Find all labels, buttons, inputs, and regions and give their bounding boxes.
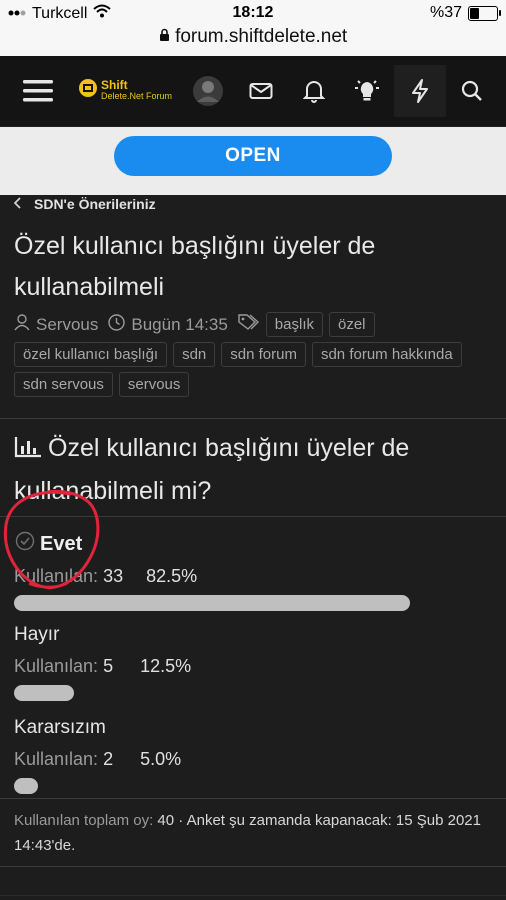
divider (0, 895, 506, 896)
ad-banner: OPEN (0, 127, 506, 195)
logo-icon (78, 78, 98, 103)
tag[interactable]: sdn (173, 342, 216, 367)
status-bar: Turkcell 18:12 %37 forum.shiftdelete.net (0, 0, 506, 56)
tag[interactable]: özel kullanıcı başlığı (14, 342, 168, 367)
tag[interactable]: sdn servous (14, 372, 113, 397)
open-button[interactable]: OPEN (114, 136, 392, 176)
breadcrumb-label: SDN'e Önerileriniz (34, 196, 156, 212)
vote-bar (14, 595, 410, 611)
lightbulb-icon[interactable] (344, 68, 390, 114)
option-label: Hayır (14, 624, 60, 645)
forum-navbar: Shift Delete.Net Forum (0, 56, 506, 127)
vote-count: 2 (103, 749, 114, 769)
chevron-left-icon (13, 196, 22, 212)
battery-group: %37 (429, 4, 501, 22)
page-title: Özel kullanıcı başlığını üyeler de kulla… (14, 232, 376, 301)
tag[interactable]: sdn forum (221, 342, 306, 367)
total-votes: 40 (157, 812, 175, 829)
clock-icon (108, 313, 126, 336)
search-icon[interactable] (449, 68, 495, 114)
tag[interactable]: sdn forum hakkında (311, 342, 462, 367)
vote-count: 33 (103, 566, 124, 586)
poll-option: Hayır Kullanılan: 5 12.5% (14, 624, 494, 701)
vote-percent: 82.5% (146, 566, 198, 586)
lock-icon (159, 26, 175, 47)
address-bar[interactable]: forum.shiftdelete.net (0, 26, 506, 48)
tags-icon (238, 313, 260, 336)
used-label: Kullanılan: (14, 749, 99, 769)
author-link[interactable]: Servous (36, 315, 98, 335)
vote-percent: 12.5% (140, 656, 192, 676)
vote-bar (14, 778, 38, 794)
vote-percent: 5.0% (140, 749, 182, 769)
bell-icon[interactable] (291, 68, 337, 114)
poll-question: Özel kullanıcı başlığını üyeler de kulla… (14, 434, 410, 505)
mail-icon[interactable] (238, 68, 284, 114)
poll-option: Kararsızım Kullanılan: 2 5.0% (14, 717, 494, 794)
user-icon (14, 313, 30, 336)
poll-title: Özel kullanıcı başlığını üyeler de kulla… (14, 428, 494, 512)
tag[interactable]: özel (328, 312, 375, 337)
tag[interactable]: başlık (265, 312, 323, 337)
check-circle-icon (14, 530, 36, 558)
avatar[interactable] (185, 68, 231, 114)
used-label: Kullanılan: (14, 656, 99, 676)
site-logo[interactable]: Shift Delete.Net Forum (78, 78, 172, 103)
tag[interactable]: servous (118, 372, 190, 397)
menu-icon[interactable] (15, 68, 61, 114)
thread-meta: Servous Bugün 14:35 başlık özel özel kul… (14, 312, 498, 397)
url-text: forum.shiftdelete.net (175, 26, 348, 47)
vote-bar (14, 685, 74, 701)
divider (0, 866, 506, 867)
total-votes-label: Kullanılan toplam oy: (14, 812, 154, 829)
poll-footer: Kullanılan toplam oy: 40 · Anket şu zama… (14, 808, 492, 858)
used-label: Kullanılan: (14, 566, 99, 586)
divider (0, 418, 506, 419)
bolt-icon[interactable] (394, 65, 446, 117)
divider (0, 798, 506, 799)
logo-text-bottom: Delete.Net Forum (101, 90, 173, 101)
vote-count: 5 (103, 656, 114, 676)
divider (0, 516, 506, 517)
battery-icon (468, 5, 501, 21)
breadcrumb[interactable]: SDN'e Önerileriniz (13, 196, 156, 212)
battery-percent: %37 (429, 4, 462, 21)
chart-icon (14, 430, 42, 471)
poll-option: Evet Kullanılan: 33 82.5% (14, 530, 494, 611)
option-label: Evet (40, 532, 83, 555)
option-label: Kararsızım (14, 717, 106, 738)
logo-text-top: Shift (101, 77, 128, 92)
post-date[interactable]: Bugün 14:35 (131, 315, 227, 335)
